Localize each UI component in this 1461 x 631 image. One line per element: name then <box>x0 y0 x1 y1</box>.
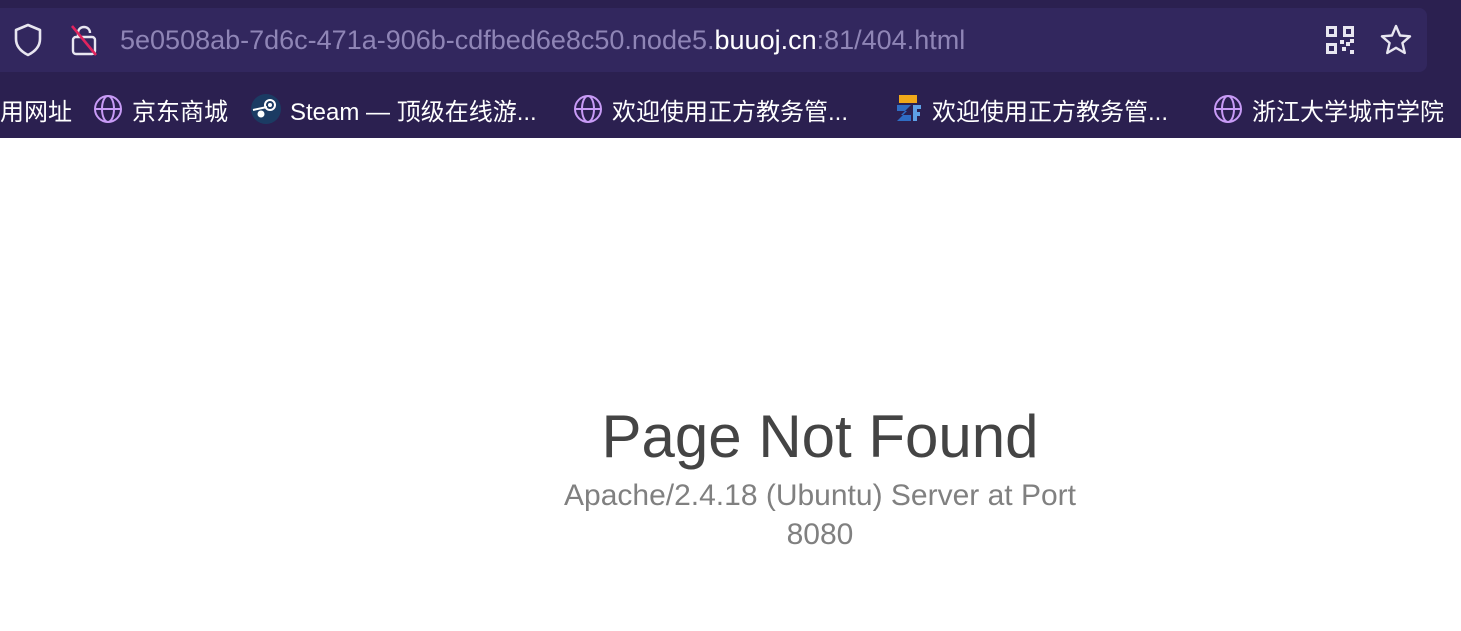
server-info-line-1: Apache/2.4.18 (Ubuntu) Server at Port <box>564 479 1076 512</box>
bookmark-label: 浙江大学城市学院 <box>1252 98 1444 126</box>
shield-icon[interactable] <box>8 8 48 72</box>
globe-icon <box>572 93 604 125</box>
bookmark-item-partial[interactable]: 用网址 <box>0 80 72 138</box>
globe-icon <box>92 93 124 125</box>
bookmark-item-zf-2[interactable]: 欢迎使用正方教务管... <box>892 80 1168 138</box>
browser-toolbar: 5e0508ab-7d6c-471a-906b-cdfbed6e8c50.nod… <box>0 0 1461 80</box>
bookmark-item-zf-1[interactable]: 欢迎使用正方教务管... <box>572 80 848 138</box>
url-text[interactable]: 5e0508ab-7d6c-471a-906b-cdfbed6e8c50.nod… <box>120 8 965 72</box>
steam-icon <box>250 93 282 125</box>
url-bar[interactable]: 5e0508ab-7d6c-471a-906b-cdfbed6e8c50.nod… <box>0 8 1427 72</box>
globe-icon <box>1212 93 1244 125</box>
bookmark-label: 欢迎使用正方教务管... <box>612 98 849 126</box>
bookmarks-bar: 用网址 京东商城 Steam — 顶级在线游... 欢迎使用正方教务管... 欢… <box>0 80 1461 138</box>
bookmark-item-steam[interactable]: Steam — 顶级在线游... <box>250 80 537 138</box>
url-host: buuoj.cn <box>714 25 817 55</box>
bookmark-label: 京东商城 <box>132 98 228 126</box>
zf-logo-icon <box>892 93 924 125</box>
bookmark-star-icon[interactable] <box>1376 8 1416 72</box>
server-info: Apache/2.4.18 (Ubuntu) Server at Port 80… <box>0 476 1461 554</box>
page-title: Page Not Found <box>601 403 1039 470</box>
page-content: Page Not Found Apache/2.4.18 (Ubuntu) Se… <box>0 138 1461 631</box>
insecure-lock-icon[interactable] <box>64 8 104 72</box>
bookmark-label: Steam — 顶级在线游... <box>290 98 537 126</box>
qr-code-icon[interactable] <box>1320 8 1360 72</box>
url-path-prefix: 5e0508ab-7d6c-471a-906b-cdfbed6e8c50.nod… <box>120 25 715 55</box>
bookmark-item-jd[interactable]: 京东商城 <box>92 80 228 138</box>
bookmark-label: 用网址 <box>0 98 72 126</box>
bookmark-label: 欢迎使用正方教务管... <box>932 98 1169 126</box>
url-suffix: :81/404.html <box>816 25 966 55</box>
bookmark-item-zucc[interactable]: 浙江大学城市学院 <box>1212 80 1444 138</box>
server-info-line-2: 8080 <box>786 518 854 551</box>
